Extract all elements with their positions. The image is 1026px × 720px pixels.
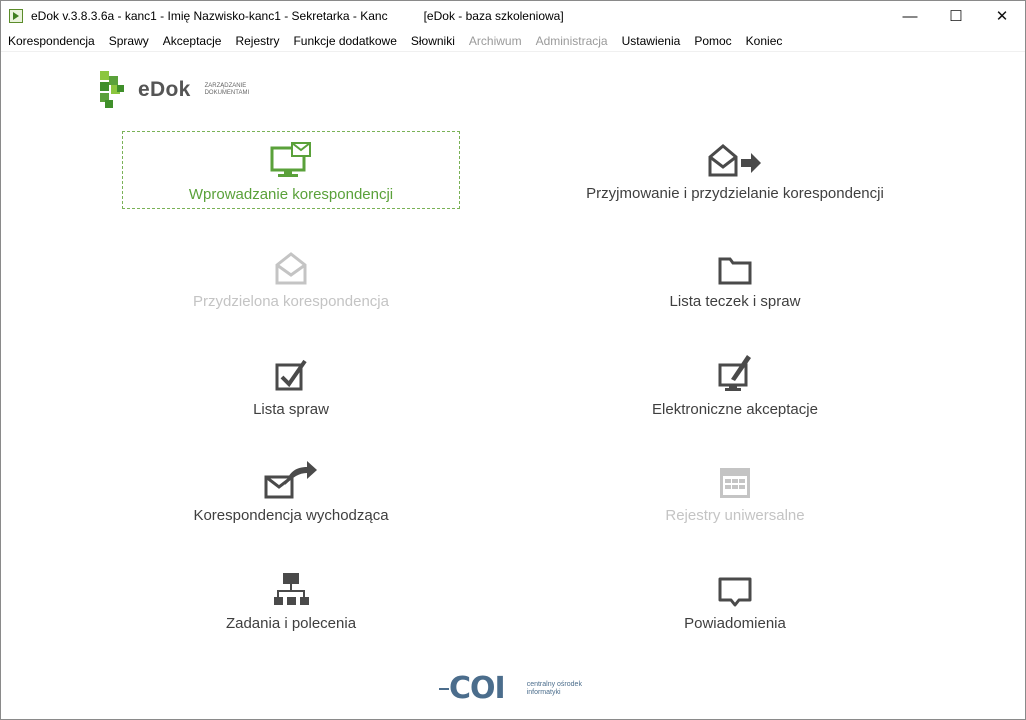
tile-wprowadzanie-korespondencji[interactable]: Wprowadzanie korespondencji <box>122 131 460 209</box>
tile-elektroniczne-akceptacje[interactable]: Elektroniczne akceptacje <box>566 347 904 425</box>
coi-logo-text: COI <box>449 671 506 706</box>
tile-zadania-i-polecenia[interactable]: Zadania i polecenia <box>122 561 460 639</box>
tile-przydzielona-korespondencja[interactable]: Przydzielona korespondencja <box>122 239 460 317</box>
menu-ustawienia[interactable]: Ustawienia <box>622 34 681 48</box>
tile-label: Lista teczek i spraw <box>669 293 801 310</box>
open-envelope-icon <box>275 252 307 285</box>
database-name: [eDok - baza szkoleniowa] <box>423 9 564 23</box>
menu-slowniki[interactable]: Słowniki <box>411 34 455 48</box>
edok-logo-mark-icon <box>100 71 124 108</box>
tile-korespondencja-wychodzaca[interactable]: Korespondencja wychodząca <box>122 453 460 531</box>
tile-label: Wprowadzanie korespondencji <box>188 186 394 203</box>
tile-label: Zadania i polecenia <box>225 615 357 632</box>
tile-label: Lista spraw <box>253 401 329 418</box>
org-chart-icon <box>274 573 309 605</box>
minimize-icon: — <box>902 7 918 25</box>
calendar-grid-icon <box>720 468 750 498</box>
menu-bar: Korespondencja Sprawy Akceptacje Rejestr… <box>1 31 1025 52</box>
close-icon: ✕ <box>995 8 1009 25</box>
menu-koniec[interactable]: Koniec <box>746 34 783 48</box>
menu-funkcje-dodatkowe[interactable]: Funkcje dodatkowe <box>293 34 396 48</box>
coi-tagline: centralny ośrodek informatyki <box>526 680 582 696</box>
tile-przyjmowanie-przydzielanie[interactable]: Przyjmowanie i przydzielanie koresponden… <box>566 131 904 209</box>
edok-logo: eDok ZARZĄDZANIE DOKUMENTAMI <box>100 71 265 109</box>
coi-lines-icon <box>439 687 449 690</box>
logo-tagline: ZARZĄDZANIE DOKUMENTAMI <box>204 83 250 96</box>
app-window: eDok v.3.8.3.6a - kanc1 - Imię Nazwisko-… <box>0 0 1026 720</box>
window-controls: — ☐ ✕ <box>887 1 1025 31</box>
monitor-pen-icon <box>718 355 751 391</box>
menu-sprawy[interactable]: Sprawy <box>109 34 149 48</box>
speech-bubble-icon <box>718 577 752 607</box>
logo-name: eDok <box>138 78 191 101</box>
maximize-icon: ☐ <box>949 8 963 25</box>
title-bar: eDok v.3.8.3.6a - kanc1 - Imię Nazwisko-… <box>1 1 1025 31</box>
close-button[interactable]: ✕ <box>979 1 1025 31</box>
menu-archiwum[interactable]: Archiwum <box>469 34 522 48</box>
coi-logo: COI centralny ośrodek informatyki <box>439 671 587 706</box>
tile-lista-teczek-spraw[interactable]: Lista teczek i spraw <box>566 239 904 317</box>
tile-label: Rejestry uniwersalne <box>665 507 805 524</box>
tile-label: Przyjmowanie i przydzielanie koresponden… <box>586 185 884 202</box>
menu-korespondencja[interactable]: Korespondencja <box>8 34 95 48</box>
envelope-send-icon <box>264 461 317 499</box>
folder-icon <box>718 257 752 285</box>
tile-label: Elektroniczne akceptacje <box>652 401 818 418</box>
tile-lista-spraw[interactable]: Lista spraw <box>122 347 460 425</box>
tile-label: Korespondencja wychodząca <box>193 507 389 524</box>
app-icon[interactable] <box>9 9 23 23</box>
tile-label: Powiadomienia <box>684 615 786 632</box>
menu-administracja[interactable]: Administracja <box>536 34 608 48</box>
maximize-button[interactable]: ☐ <box>933 1 979 31</box>
minimize-button[interactable]: — <box>887 1 933 31</box>
menu-akceptacje[interactable]: Akceptacje <box>163 34 222 48</box>
menu-rejestry[interactable]: Rejestry <box>235 34 279 48</box>
menu-pomoc[interactable]: Pomoc <box>694 34 731 48</box>
monitor-mail-icon <box>270 142 311 177</box>
envelope-forward-icon <box>708 144 761 177</box>
checkbox-icon <box>275 359 307 391</box>
window-title: eDok v.3.8.3.6a - kanc1 - Imię Nazwisko-… <box>31 9 388 23</box>
tile-powiadomienia[interactable]: Powiadomienia <box>566 561 904 639</box>
tile-rejestry-uniwersalne[interactable]: Rejestry uniwersalne <box>566 453 904 531</box>
tile-label: Przydzielona korespondencja <box>193 293 389 310</box>
